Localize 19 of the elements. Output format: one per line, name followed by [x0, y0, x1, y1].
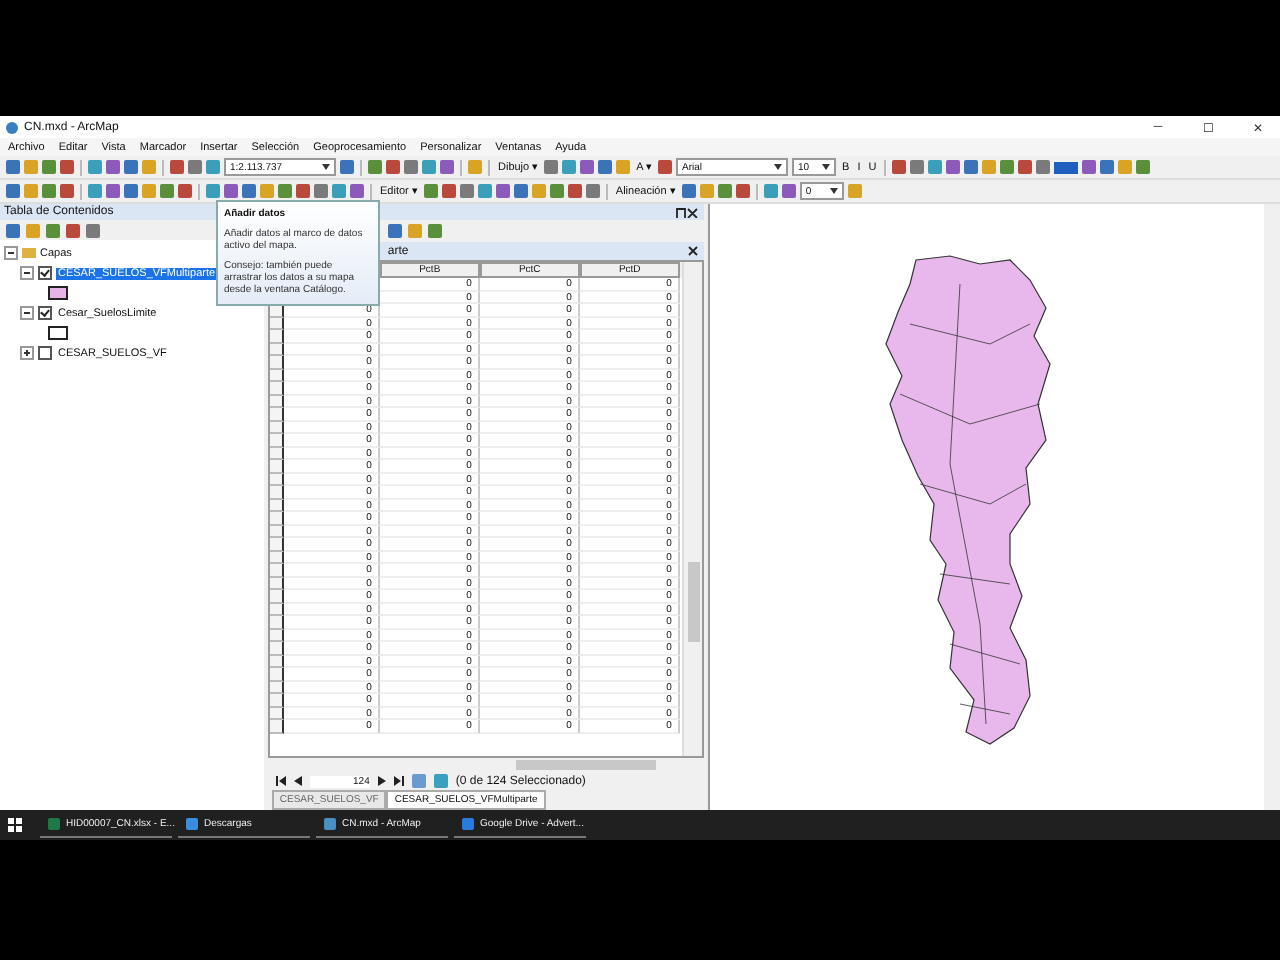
scrollbar[interactable] — [1264, 204, 1280, 810]
collapse-icon[interactable] — [20, 266, 34, 280]
last-record-icon[interactable] — [393, 776, 404, 786]
pin-close-icon[interactable] — [676, 207, 698, 217]
windows-icon[interactable] — [8, 818, 22, 832]
app-icon — [6, 121, 18, 133]
layer-checkbox[interactable] — [38, 346, 52, 360]
collapse-icon[interactable] — [20, 306, 34, 320]
first-record-icon[interactable] — [275, 776, 286, 786]
close-icon[interactable] — [688, 246, 698, 256]
layer-checkbox[interactable] — [38, 266, 52, 280]
color-swatch[interactable] — [1054, 161, 1079, 173]
layers-icon — [22, 248, 36, 258]
collapse-icon[interactable] — [4, 246, 18, 260]
layer-checkbox[interactable] — [38, 306, 52, 320]
previous-record-icon[interactable] — [293, 776, 302, 786]
next-record-icon[interactable] — [377, 776, 386, 786]
expand-icon[interactable] — [20, 346, 34, 360]
scrollbar[interactable] — [682, 262, 702, 756]
